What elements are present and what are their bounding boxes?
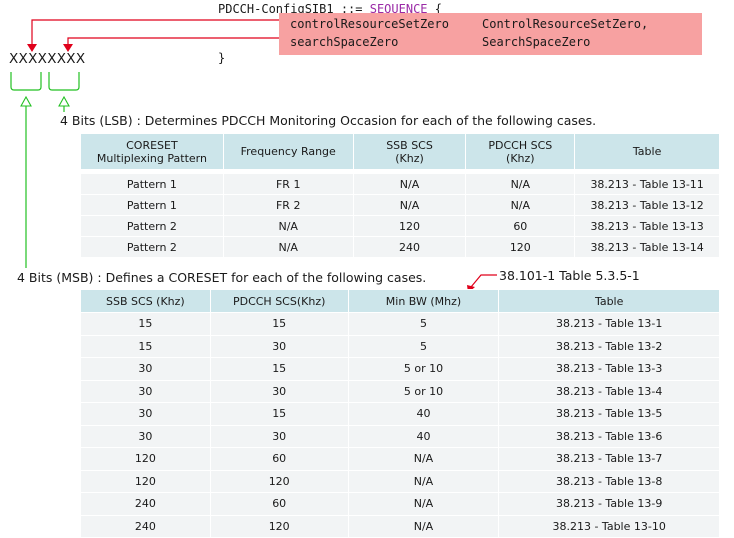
red-arrow-min-bw-ref: [470, 274, 497, 288]
coreset-table: SSB SCS (Khz) PDCCH SCS(Khz) Min BW (Mhz…: [80, 289, 720, 538]
table-cell-table: 38.213 - Table 13-13: [574, 215, 720, 237]
table-cell-table: 38.213 - Table 13-5: [498, 402, 720, 426]
table-cell-ssb-scs: 15: [80, 334, 211, 358]
table-cell-pdcch-scs: 15: [209, 402, 349, 426]
table-cell-pdcch-scs: 60: [209, 447, 349, 471]
col-header-pdcch-scs: PDCCH SCS(Khz): [465, 133, 576, 170]
col-header-ssb-scs: SSB SCS (Khz): [80, 289, 211, 313]
table-header-row: CORESET Multiplexing Pattern Frequency Ra…: [80, 133, 720, 170]
table-cell-ssb-scs: 240: [352, 236, 467, 258]
red-arrowhead-search-space: [63, 44, 73, 52]
table-cell-pdcch-scs: 30: [209, 334, 349, 358]
table-cell-table: 38.213 - Table 13-6: [498, 424, 720, 448]
table-cell-pdcch-scs: 15: [209, 357, 349, 381]
table-cell-ssb-scs: 30: [80, 424, 211, 448]
table-cell-table: 38.213 - Table 13-8: [498, 469, 720, 493]
table-row: Pattern 2 N/A 120 60 38.213 - Table 13-13: [80, 215, 720, 237]
table-row: 15 15 5 38.213 - Table 13-1: [80, 312, 720, 336]
table-cell-frequency-range: N/A: [222, 215, 354, 237]
table-cell-min-bw: 40: [347, 402, 500, 426]
green-bracket-msb: [10, 72, 42, 91]
table-cell-pdcch-scs: 15: [209, 312, 349, 336]
table-row: 30 30 5 or 10 38.213 - Table 13-4: [80, 379, 720, 403]
monitoring-occasion-table: CORESET Multiplexing Pattern Frequency Ra…: [80, 133, 720, 258]
table-cell-min-bw: N/A: [347, 514, 500, 538]
table-row: 120 60 N/A 38.213 - Table 13-7: [80, 447, 720, 471]
col-header-multiplexing-pattern: CORESET Multiplexing Pattern: [80, 133, 224, 170]
min-bw-reference: 38.101-1 Table 5.3.5-1: [499, 268, 640, 283]
table-cell-min-bw: 40: [347, 424, 500, 448]
table-cell-multiplexing-pattern: Pattern 2: [80, 236, 224, 258]
table-cell-pdcch-scs: 30: [209, 424, 349, 448]
table-cell-min-bw: 5 or 10: [347, 357, 500, 381]
table-row: Pattern 1 FR 1 N/A N/A 38.213 - Table 13-11: [80, 173, 720, 195]
col-header-ssb-scs: SSB SCS (Khz): [352, 133, 467, 170]
table-cell-pdcch-scs: 120: [209, 469, 349, 493]
table-cell-pdcch-scs: 120: [465, 236, 576, 258]
table-cell-ssb-scs: 120: [80, 469, 211, 493]
table-cell-table: 38.213 - Table 13-10: [498, 514, 720, 538]
col-header-frequency-range: Frequency Range: [222, 133, 354, 170]
table-cell-ssb-scs: N/A: [352, 194, 467, 216]
table-cell-multiplexing-pattern: Pattern 1: [80, 173, 224, 195]
table-cell-min-bw: 5: [347, 312, 500, 336]
table-row: 240 120 N/A 38.213 - Table 13-10: [80, 514, 720, 538]
table-cell-multiplexing-pattern: Pattern 2: [80, 215, 224, 237]
table-cell-ssb-scs: 30: [80, 402, 211, 426]
table-cell-frequency-range: FR 2: [222, 194, 354, 216]
table-cell-table: 38.213 - Table 13-11: [574, 173, 720, 195]
table-cell-table: 38.213 - Table 13-7: [498, 447, 720, 471]
table-cell-min-bw: 5 or 10: [347, 379, 500, 403]
table-cell-table: 38.213 - Table 13-9: [498, 492, 720, 516]
table-cell-table: 38.213 - Table 13-2: [498, 334, 720, 358]
table-cell-pdcch-scs: 60: [209, 492, 349, 516]
table-cell-frequency-range: N/A: [222, 236, 354, 258]
green-arrowhead-msb: [20, 95, 32, 107]
table-cell-table: 38.213 - Table 13-3: [498, 357, 720, 381]
table-row: 30 15 40 38.213 - Table 13-5: [80, 402, 720, 426]
table-row: 240 60 N/A 38.213 - Table 13-9: [80, 492, 720, 516]
table-row: 30 15 5 or 10 38.213 - Table 13-3: [80, 357, 720, 381]
msb-description: 4 Bits (MSB) : Defines a CORESET for eac…: [17, 270, 427, 285]
red-arrow-search-space: [67, 37, 279, 50]
table-cell-min-bw: N/A: [347, 447, 500, 471]
table-cell-pdcch-scs: 30: [209, 379, 349, 403]
table-cell-ssb-scs: N/A: [352, 173, 467, 195]
table-cell-min-bw: N/A: [347, 492, 500, 516]
col-header-table: Table: [574, 133, 720, 170]
table-cell-multiplexing-pattern: Pattern 1: [80, 194, 224, 216]
red-arrowhead-coreset: [27, 44, 37, 52]
col-header-table: Table: [498, 289, 720, 313]
table-cell-ssb-scs: 15: [80, 312, 211, 336]
table-cell-min-bw: 5: [347, 334, 500, 358]
table-cell-pdcch-scs: N/A: [465, 194, 576, 216]
table-cell-pdcch-scs: 60: [465, 215, 576, 237]
table-cell-ssb-scs: 120: [352, 215, 467, 237]
table-cell-table: 38.213 - Table 13-12: [574, 194, 720, 216]
table-row: 120 120 N/A 38.213 - Table 13-8: [80, 469, 720, 493]
table-cell-table: 38.213 - Table 13-4: [498, 379, 720, 403]
green-bracket-lsb: [48, 72, 80, 91]
table-row: 30 30 40 38.213 - Table 13-6: [80, 424, 720, 448]
table-row: 15 30 5 38.213 - Table 13-2: [80, 334, 720, 358]
table-cell-ssb-scs: 120: [80, 447, 211, 471]
table-cell-ssb-scs: 240: [80, 514, 211, 538]
table-cell-min-bw: N/A: [347, 469, 500, 493]
table-cell-table: 38.213 - Table 13-14: [574, 236, 720, 258]
table-cell-pdcch-scs: N/A: [465, 173, 576, 195]
table-cell-pdcch-scs: 120: [209, 514, 349, 538]
table-cell-ssb-scs: 30: [80, 357, 211, 381]
table-header-row: SSB SCS (Khz) PDCCH SCS(Khz) Min BW (Mhz…: [80, 289, 720, 313]
table-cell-table: 38.213 - Table 13-1: [498, 312, 720, 336]
table-row: Pattern 2 N/A 240 120 38.213 - Table 13-14: [80, 236, 720, 258]
table-cell-ssb-scs: 240: [80, 492, 211, 516]
col-header-min-bw: Min BW (Mhz): [347, 289, 500, 313]
table-cell-frequency-range: FR 1: [222, 173, 354, 195]
table-cell-ssb-scs: 30: [80, 379, 211, 403]
lsb-description: 4 Bits (LSB) : Determines PDCCH Monitori…: [60, 113, 597, 128]
col-header-pdcch-scs: PDCCH SCS(Khz): [209, 289, 349, 313]
table-row: Pattern 1 FR 2 N/A N/A 38.213 - Table 13-12: [80, 194, 720, 216]
green-arrowhead-lsb: [58, 95, 70, 107]
